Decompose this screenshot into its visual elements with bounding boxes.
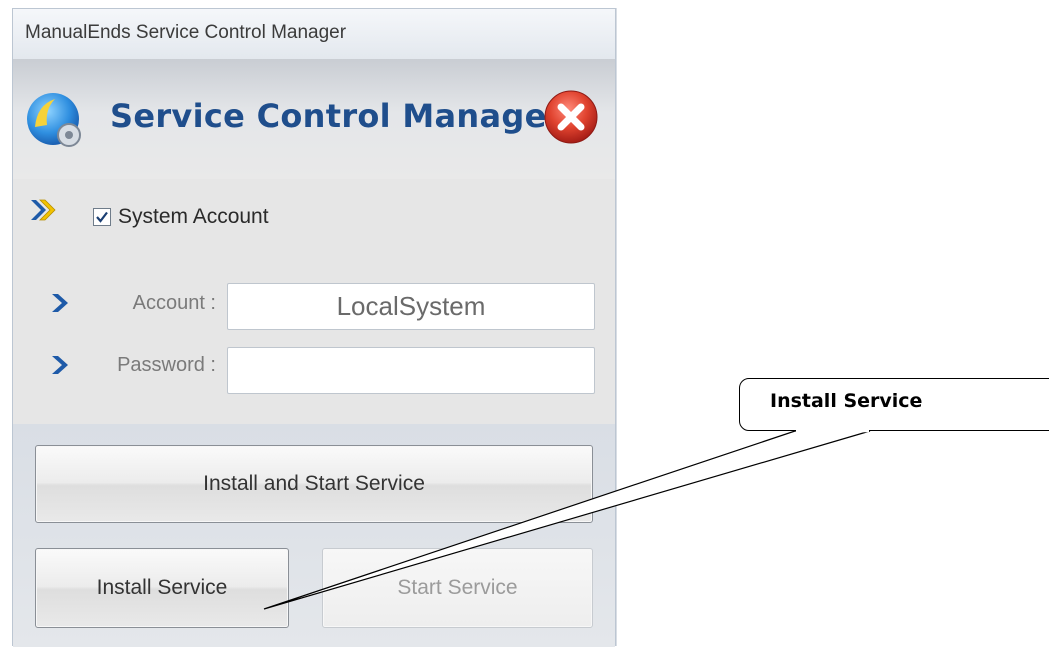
callout-pointer <box>263 429 871 610</box>
